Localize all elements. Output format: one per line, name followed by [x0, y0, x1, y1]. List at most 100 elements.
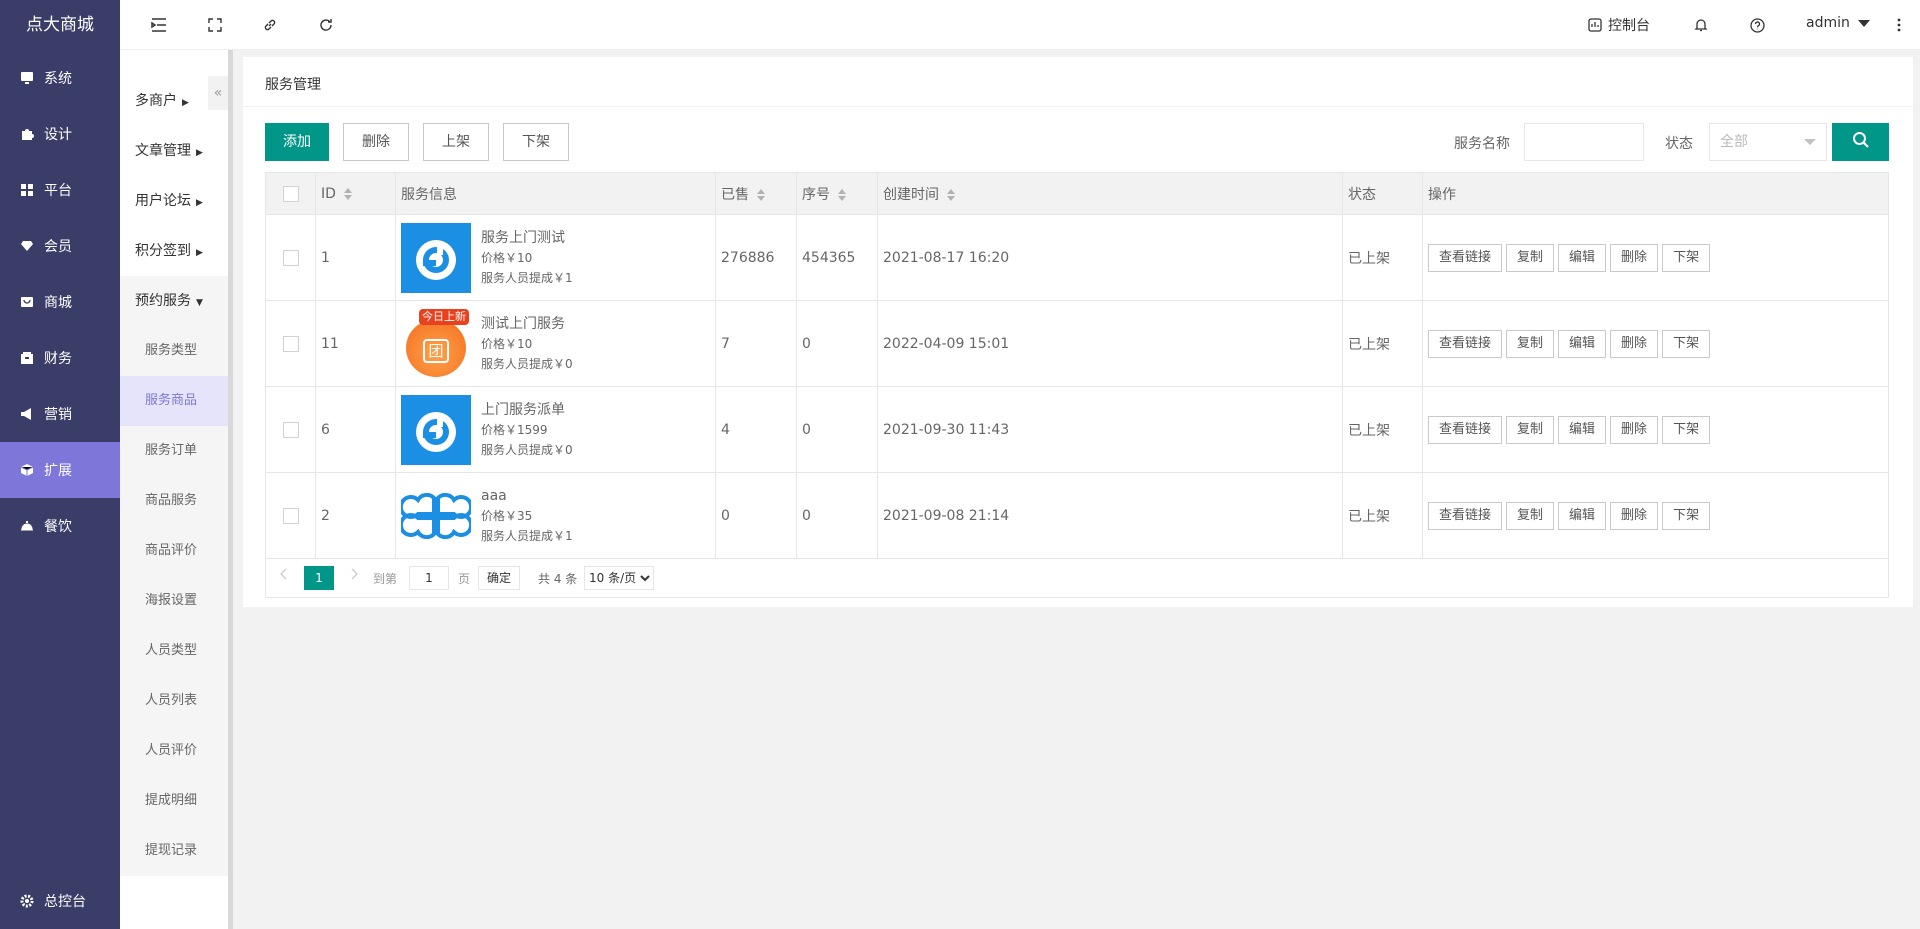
column-header-seq[interactable]: 序号 — [796, 172, 878, 215]
sub-item-5[interactable]: 海报设置 — [120, 576, 228, 626]
list-off-button[interactable]: 下架 — [503, 123, 569, 161]
column-header-sold[interactable]: 已售 — [715, 172, 797, 215]
nav-item-4[interactable]: 商城 — [0, 274, 120, 330]
copy-button[interactable]: 复制 — [1506, 501, 1555, 530]
nav-item-3[interactable]: 会员 — [0, 218, 120, 274]
fullscreen-icon[interactable] — [206, 16, 224, 34]
gear-icon — [20, 894, 34, 908]
nav-item-6[interactable]: 营销 — [0, 386, 120, 442]
help-icon[interactable] — [1748, 16, 1766, 34]
column-header-created[interactable]: 创建时间 — [877, 172, 1343, 215]
unlist-button[interactable]: 下架 — [1662, 415, 1711, 444]
prev-page-icon[interactable] — [280, 568, 288, 583]
add-button[interactable]: 添加 — [265, 123, 329, 161]
sort-icon[interactable] — [757, 188, 765, 201]
delete-button[interactable]: 删除 — [343, 123, 409, 161]
sort-icon[interactable] — [947, 188, 955, 201]
user-menu[interactable]: admin — [1806, 15, 1871, 31]
service-name-label: 服务名称 — [1454, 136, 1510, 152]
row-checkbox[interactable] — [282, 507, 299, 524]
nav-item-0[interactable]: 系统 — [0, 50, 120, 106]
caret-right-icon: ▶ — [196, 148, 203, 158]
row-status: 已上架 — [1342, 214, 1423, 301]
service-table: ID 服务信息 已售 序号 创建时间 状态 操作 1 服务上门测试 价格￥10 服务人… — [265, 172, 1889, 559]
sort-icon[interactable] — [343, 187, 352, 200]
column-header-id[interactable]: ID — [315, 172, 396, 215]
nav-item-8[interactable]: 餐饮 — [0, 498, 120, 554]
link-icon[interactable] — [261, 16, 279, 34]
delete-row-button[interactable]: 删除 — [1610, 501, 1659, 530]
view-link-button[interactable]: 查看链接 — [1428, 243, 1503, 272]
sub-item-3[interactable]: 商品服务 — [120, 476, 228, 526]
copy-button[interactable]: 复制 — [1506, 243, 1555, 272]
sub-item-9[interactable]: 提成明细 — [120, 776, 228, 826]
sub-group-3[interactable]: 积分签到 ▶ — [120, 226, 228, 276]
edit-button[interactable]: 编辑 — [1558, 501, 1607, 530]
page-size-select[interactable]: 10 条/页 — [584, 566, 654, 590]
row-checkbox[interactable] — [282, 249, 299, 266]
delete-row-button[interactable]: 删除 — [1610, 329, 1659, 358]
dashboard-icon[interactable] — [1586, 16, 1604, 34]
collapse-sidebar-button[interactable]: « — [208, 76, 228, 110]
copy-button[interactable]: 复制 — [1506, 415, 1555, 444]
grid-icon — [20, 183, 34, 197]
select-all-cell[interactable] — [265, 172, 316, 215]
nav-item-5[interactable]: 财务 — [0, 330, 120, 386]
goto-confirm-button[interactable]: 确定 — [478, 566, 521, 590]
sub-item-1[interactable]: 服务商品 — [120, 376, 228, 426]
sub-item-2[interactable]: 服务订单 — [120, 426, 228, 476]
console-link[interactable]: 控制台 — [1608, 15, 1650, 35]
delete-row-button[interactable]: 删除 — [1610, 243, 1659, 272]
sub-group-4[interactable]: 预约服务 ▼ — [120, 276, 228, 326]
unlist-button[interactable]: 下架 — [1662, 243, 1711, 272]
monitor-icon — [20, 71, 34, 85]
sub-item-6[interactable]: 人员类型 — [120, 626, 228, 676]
row-select-cell[interactable] — [265, 300, 316, 387]
search-button[interactable] — [1832, 123, 1889, 161]
edit-button[interactable]: 编辑 — [1558, 243, 1607, 272]
delete-row-button[interactable]: 删除 — [1610, 415, 1659, 444]
status-select[interactable]: 全部 — [1709, 123, 1827, 161]
copy-button[interactable]: 复制 — [1506, 329, 1555, 358]
sub-group-1[interactable]: 文章管理 ▶ — [120, 126, 228, 176]
service-price: 价格￥10 — [481, 250, 533, 265]
row-checkbox[interactable] — [282, 421, 299, 438]
edit-button[interactable]: 编辑 — [1558, 329, 1607, 358]
nav-item-2[interactable]: 平台 — [0, 162, 120, 218]
goto-page-input[interactable] — [409, 566, 449, 590]
sub-item-0[interactable]: 服务类型 — [120, 326, 228, 376]
row-actions: 查看链接 复制 编辑 删除 下架 — [1422, 386, 1889, 473]
page-number-current[interactable]: 1 — [304, 566, 334, 590]
service-name-input[interactable] — [1524, 123, 1644, 161]
nav-item-1[interactable]: 设计 — [0, 106, 120, 162]
sort-icon[interactable] — [838, 188, 846, 201]
row-select-cell[interactable] — [265, 472, 316, 559]
view-link-button[interactable]: 查看链接 — [1428, 501, 1503, 530]
nav-item-7[interactable]: 扩展 — [0, 442, 120, 498]
view-link-button[interactable]: 查看链接 — [1428, 415, 1503, 444]
sub-group-2[interactable]: 用户论坛 ▶ — [120, 176, 228, 226]
nav-item-console[interactable]: 总控台 — [0, 873, 120, 929]
list-on-button[interactable]: 上架 — [423, 123, 489, 161]
menu-toggle-icon[interactable] — [150, 16, 168, 34]
row-info: 服务上门测试 价格￥10 服务人员提成￥1 — [395, 214, 716, 301]
row-select-cell[interactable] — [265, 214, 316, 301]
row-checkbox[interactable] — [282, 335, 299, 352]
refresh-icon[interactable] — [317, 16, 335, 34]
edit-button[interactable]: 编辑 — [1558, 415, 1607, 444]
bell-icon[interactable] — [1692, 16, 1710, 34]
view-link-button[interactable]: 查看链接 — [1428, 329, 1503, 358]
unlist-button[interactable]: 下架 — [1662, 501, 1711, 530]
sub-item-8[interactable]: 人员评价 — [120, 726, 228, 776]
sub-item-7[interactable]: 人员列表 — [120, 676, 228, 726]
service-commission: 服务人员提成￥1 — [481, 270, 573, 285]
row-select-cell[interactable] — [265, 386, 316, 473]
unlist-button[interactable]: 下架 — [1662, 329, 1711, 358]
more-vertical-icon[interactable] — [1890, 16, 1908, 34]
app-logo[interactable]: 点大商城 — [0, 0, 120, 50]
sub-group-label: 文章管理 — [135, 143, 191, 159]
select-all-checkbox[interactable] — [282, 185, 299, 202]
sub-item-4[interactable]: 商品评价 — [120, 526, 228, 576]
sub-item-10[interactable]: 提现记录 — [120, 826, 228, 876]
next-page-icon[interactable] — [350, 568, 358, 583]
